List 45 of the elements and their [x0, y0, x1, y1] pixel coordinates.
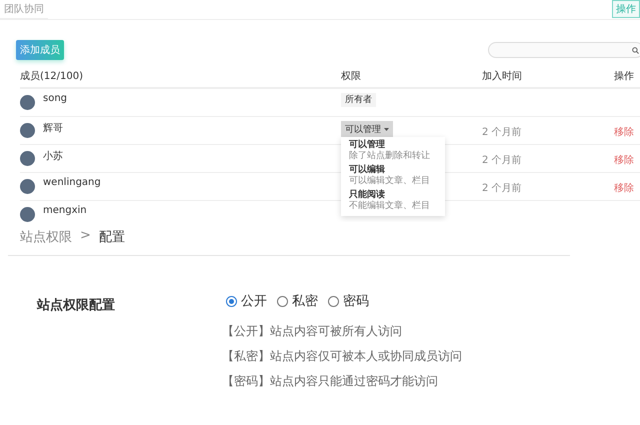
menu-item[interactable]: 可以编辑 可以编辑文章、栏目	[341, 164, 445, 189]
caret-icon	[384, 128, 389, 131]
column-header: 加入时间	[482, 70, 523, 83]
member-name: 小苏	[43, 150, 63, 163]
app-title: 团队协同	[0, 0, 48, 19]
menu-item-title: 只能阅读	[349, 190, 386, 200]
role-dropdown[interactable]: 可以管理	[341, 121, 393, 138]
member-name: 辉哥	[43, 122, 63, 135]
search-icon	[632, 46, 639, 54]
menu-item-title: 可以编辑	[349, 165, 386, 176]
member-name: mengxin	[43, 205, 87, 216]
avatar	[20, 151, 35, 166]
joined-time: 2 个月前	[482, 127, 522, 138]
member-name: wenlingang	[43, 177, 101, 188]
remove-link[interactable]: 移除	[614, 155, 634, 166]
setting-label: 站点权限配置	[37, 297, 116, 315]
radio-option[interactable]: 密码	[328, 292, 369, 310]
menu-item-description: 不能编辑文章、栏目	[349, 201, 431, 212]
column-header: 权限	[341, 70, 362, 83]
menu-item[interactable]: 可以管理 除了站点删除和转让	[341, 139, 445, 164]
avatar	[20, 123, 35, 138]
joined-time: 2 个月前	[482, 155, 522, 166]
option-description: 【公开】站点内容可被所有人访问	[222, 323, 403, 340]
menu-item-description: 除了站点删除和转让	[349, 151, 431, 162]
radio-option[interactable]: 公开	[226, 292, 267, 310]
menu-item[interactable]: 只能阅读 不能编辑文章、栏目	[341, 189, 445, 214]
joined-time: 2 个月前	[482, 183, 522, 194]
menu-item-title: 可以管理	[349, 140, 386, 150]
avatar	[20, 207, 35, 222]
breadcrumb-separator: >	[80, 228, 91, 245]
column-header: 操作	[613, 70, 635, 83]
remove-link[interactable]: 移除	[614, 127, 634, 138]
role-tag: 所有者	[341, 93, 376, 107]
menu-item-description: 可以编辑文章、栏目	[349, 176, 431, 187]
avatar	[20, 95, 35, 110]
search-field[interactable]	[488, 42, 640, 58]
avatar	[20, 179, 35, 194]
option-description: 【私密】站点内容仅可被本人或协同成员访问	[222, 348, 462, 365]
column-header: 成员(12/100)	[20, 70, 84, 83]
breadcrumb-item: 配置	[98, 229, 125, 246]
breadcrumb-item[interactable]: 站点权限	[20, 228, 72, 246]
option-description: 【密码】站点内容只能通过密码才能访问	[222, 373, 439, 390]
remove-link[interactable]: 移除	[614, 183, 634, 194]
radio-option[interactable]: 私密	[277, 292, 318, 310]
member-name: song	[43, 93, 68, 104]
